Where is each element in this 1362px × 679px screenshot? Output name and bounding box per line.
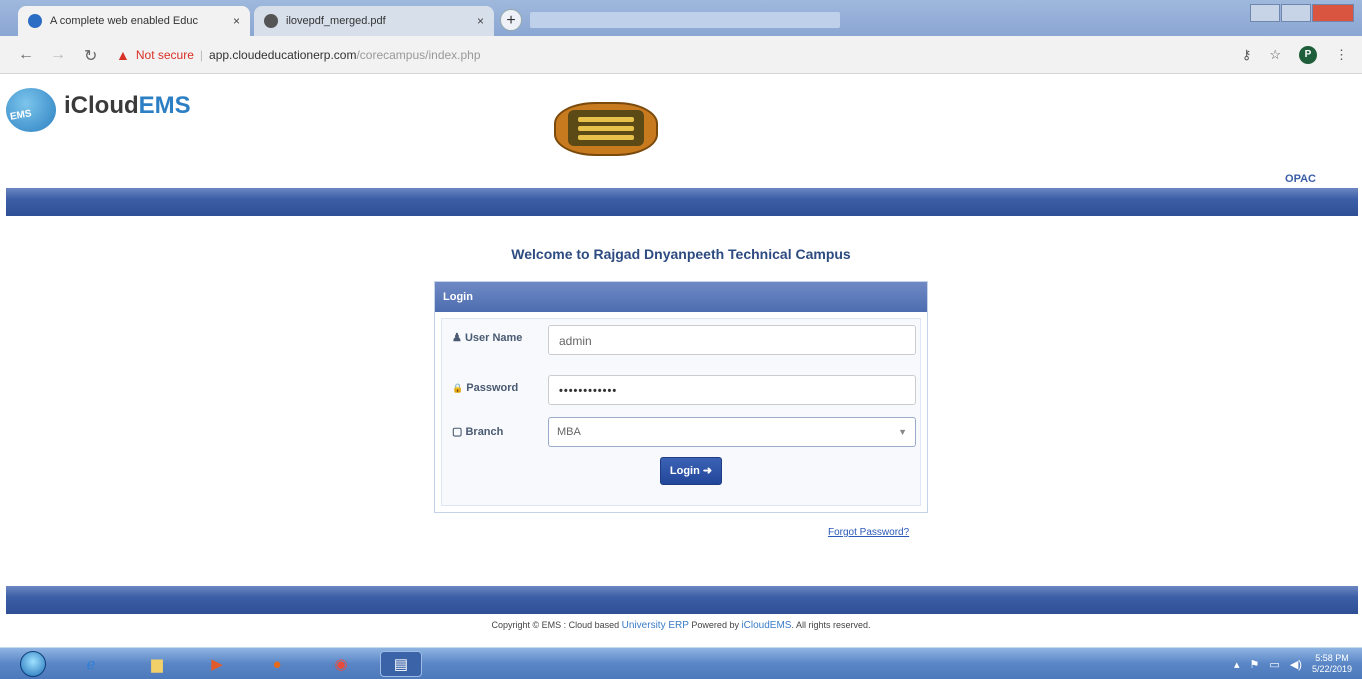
toolbar-icons: ⚷ ☆ P ⋮ — [1242, 46, 1348, 64]
window-title-blur — [530, 12, 840, 28]
password-field[interactable]: •••••••••••• — [548, 375, 916, 405]
cloud-logo-icon: EMS — [6, 84, 58, 136]
close-window-button[interactable] — [1312, 4, 1354, 22]
back-arrow-icon[interactable]: ← — [18, 46, 34, 64]
welcome-text: Welcome to Rajgad Dnyanpeeth Technical C… — [511, 246, 851, 262]
url-host: app.cloudeducationerp.com — [209, 48, 357, 62]
password-label: 🔒 Password — [452, 382, 519, 394]
reload-icon[interactable]: ↻ — [84, 46, 97, 66]
media-player-icon[interactable]: ▶ — [196, 651, 238, 677]
chevron-down-icon: ▼ — [898, 427, 907, 437]
close-tab-icon[interactable]: × — [233, 14, 240, 28]
warning-triangle-icon: ▲ — [116, 47, 130, 63]
branch-select[interactable]: MBA ▼ — [548, 417, 916, 447]
branch-row: ▢ Branch — [452, 425, 548, 439]
footer-text: Copyright © EMS : Cloud based — [491, 620, 622, 630]
icloudems-link[interactable]: iCloudEMS — [741, 620, 791, 631]
username-field[interactable]: admin — [548, 325, 916, 355]
network-icon[interactable]: ▭ — [1269, 658, 1279, 671]
windows-taskbar: ℯ ▆ ▶ ● ◉ ▤ ▴ ⚑ ▭ ◀) 5:58 PM 5/22/2019 — [0, 647, 1362, 679]
forward-arrow-icon[interactable]: → — [50, 46, 66, 64]
key-icon[interactable]: ⚷ — [1242, 47, 1252, 63]
branch-label: ▢ Branch — [452, 426, 504, 438]
tab-educa[interactable]: A complete web enabled Educa × — [18, 6, 250, 36]
branch-selected-value: MBA — [557, 426, 581, 438]
clock-date: 5/22/2019 — [1311, 664, 1352, 674]
icloudems-logo[interactable]: EMS iCloudEMS — [6, 84, 191, 136]
logo-wordmark: iCloudEMS — [64, 92, 191, 120]
forgot-password-link[interactable]: Forgot Password? — [828, 527, 909, 538]
page-favicon-icon — [28, 14, 42, 28]
start-button[interactable] — [8, 651, 58, 677]
maximize-button[interactable] — [1281, 4, 1311, 22]
windows-orb-icon — [20, 651, 46, 677]
volume-icon[interactable]: ◀) — [1290, 658, 1302, 671]
tab-title: A complete web enabled Educa — [50, 15, 198, 27]
star-icon[interactable]: ☆ — [1269, 47, 1281, 63]
url-separator: | — [199, 48, 204, 62]
university-erp-link[interactable]: University ERP — [622, 620, 689, 631]
login-panel: Login ♟ User Name admin 🔒 Password •••••… — [434, 281, 928, 513]
firefox-icon[interactable]: ● — [256, 651, 298, 677]
username-row: ♟ User Name — [452, 331, 548, 345]
address-bar: ← → ↻ ▲ Not secure | app.cloudeducatione… — [0, 36, 1362, 74]
ie-icon[interactable]: ℯ — [70, 651, 112, 677]
footer-text: . All rights reserved. — [791, 620, 871, 630]
url-path: /corecampus/index.php — [356, 48, 481, 62]
page-title: Welcome to Rajgad Dnyanpeeth Technical C… — [0, 246, 1362, 262]
profile-avatar[interactable]: P — [1299, 46, 1317, 64]
window-controls — [1250, 4, 1354, 22]
college-emblem-logo — [546, 96, 666, 158]
logo-prefix: iCloud — [64, 92, 139, 119]
browser-tab-bar: A complete web enabled Educa × ilovepdf_… — [0, 0, 1362, 36]
chrome-icon[interactable]: ◉ — [320, 651, 362, 677]
close-tab-icon[interactable]: × — [477, 14, 484, 28]
security-status[interactable]: Not secure — [136, 48, 194, 62]
lock-icon: 🔒 — [452, 383, 464, 393]
tab-pdf[interactable]: ilovepdf_merged.pdf × — [254, 6, 494, 36]
clock-time: 5:58 PM — [1315, 653, 1349, 663]
login-panel-title: Login — [435, 282, 927, 312]
username-label: ♟ User Name — [452, 332, 523, 344]
login-button[interactable]: Login ➜ — [660, 457, 722, 485]
logo-suffix: EMS — [138, 92, 191, 119]
password-row: 🔒 Password — [452, 381, 548, 395]
document-app-icon[interactable]: ▤ — [380, 651, 422, 677]
footer-text: Powered by — [688, 620, 742, 630]
minimize-button[interactable] — [1250, 4, 1280, 22]
footer-band — [6, 586, 1358, 614]
header-band — [6, 188, 1358, 216]
folder-icon[interactable]: ▆ — [136, 651, 178, 677]
globe-icon — [264, 14, 278, 28]
system-tray: ▴ ⚑ ▭ ◀) 5:58 PM 5/22/2019 — [1234, 653, 1352, 675]
url-input[interactable]: ▲ Not secure | app.cloudeducationerp.com… — [116, 42, 1236, 68]
copyright-footer: Copyright © EMS : Cloud based University… — [0, 620, 1362, 631]
tab-title: ilovepdf_merged.pdf — [286, 15, 386, 27]
menu-dots-icon[interactable]: ⋮ — [1335, 47, 1348, 63]
login-form: ♟ User Name admin 🔒 Password •••••••••••… — [441, 318, 921, 506]
user-icon: ♟ — [452, 332, 462, 344]
checkbox-icon: ▢ — [452, 426, 463, 438]
flag-icon[interactable]: ⚑ — [1250, 658, 1260, 671]
clock[interactable]: 5:58 PM 5/22/2019 — [1312, 653, 1352, 675]
opac-link[interactable]: OPAC — [1285, 173, 1316, 185]
show-hidden-icons-icon[interactable]: ▴ — [1234, 658, 1240, 671]
new-tab-button[interactable]: + — [500, 9, 522, 31]
